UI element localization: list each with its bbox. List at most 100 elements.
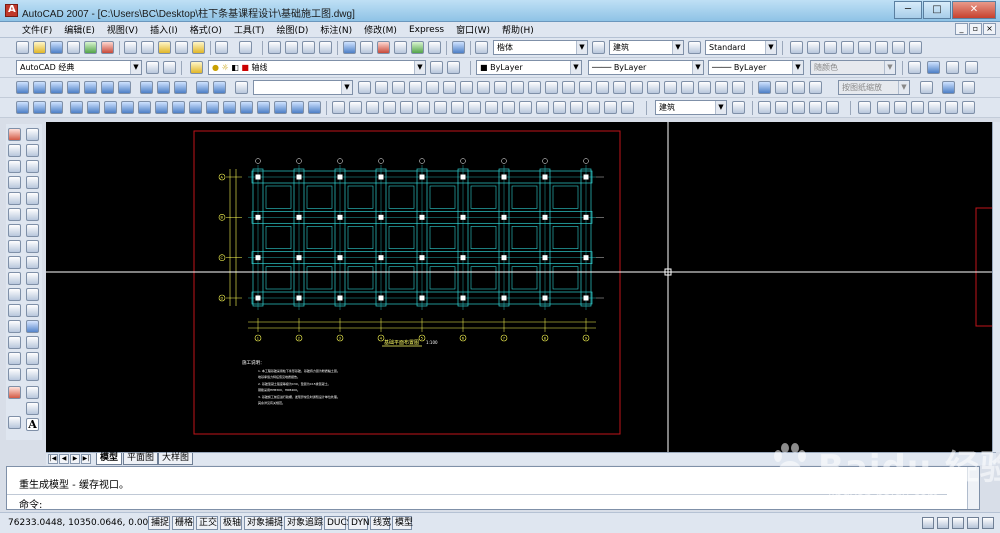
- zoom-window-icon[interactable]: [302, 41, 315, 54]
- materials-icon[interactable]: [274, 101, 287, 114]
- box-mapping-icon[interactable]: [308, 101, 321, 114]
- view-top-icon[interactable]: [758, 101, 771, 114]
- dyn-toggle[interactable]: DYN: [348, 516, 370, 530]
- dim-style-dialog-icon[interactable]: [732, 101, 745, 114]
- dim-text-edit-icon[interactable]: [587, 101, 600, 114]
- draworder-icon[interactable]: [8, 416, 21, 429]
- convert-to-solid-icon[interactable]: [698, 81, 711, 94]
- list-icon[interactable]: [962, 81, 975, 94]
- light-icon[interactable]: [121, 101, 134, 114]
- dim-style-combo-2[interactable]: 建筑 ▼: [655, 100, 727, 115]
- viewport-object-icon[interactable]: [792, 81, 805, 94]
- 3d-mirror-icon[interactable]: [647, 81, 660, 94]
- polar-toggle[interactable]: 极轴: [220, 516, 242, 530]
- osnap-toggle[interactable]: 对象捕捉: [244, 516, 283, 530]
- model-toggle[interactable]: 模型: [392, 516, 413, 530]
- circle-icon[interactable]: [26, 224, 39, 237]
- import-layout-icon[interactable]: [965, 61, 978, 74]
- view-front-icon[interactable]: [792, 101, 805, 114]
- region-icon[interactable]: [26, 386, 39, 399]
- quickcalc-icon[interactable]: [428, 41, 441, 54]
- quick-leader-icon[interactable]: [519, 101, 532, 114]
- zoom-previous-icon[interactable]: [319, 41, 332, 54]
- workspace-save-icon[interactable]: [163, 61, 176, 74]
- aligned-dim-icon[interactable]: [349, 101, 362, 114]
- pencil-icon[interactable]: [8, 128, 21, 141]
- menu-express[interactable]: Express: [403, 25, 450, 35]
- loft-icon[interactable]: [443, 81, 456, 94]
- design-center-icon[interactable]: [360, 41, 373, 54]
- undo-icon[interactable]: [215, 41, 228, 54]
- lock-icon[interactable]: [937, 517, 949, 529]
- conceptual-icon[interactable]: [426, 81, 439, 94]
- line-icon[interactable]: [26, 128, 39, 141]
- menu-edit[interactable]: 编辑(E): [58, 23, 101, 36]
- match-properties-icon[interactable]: [175, 41, 188, 54]
- grid-toggle[interactable]: 栅格: [172, 516, 194, 530]
- join-icon[interactable]: [8, 336, 21, 349]
- redo-icon[interactable]: [239, 41, 252, 54]
- linetype-combo[interactable]: ──── ByLayer ▼: [588, 60, 704, 75]
- viewport-clip-icon[interactable]: [809, 81, 822, 94]
- color-picker-icon[interactable]: [920, 81, 933, 94]
- dim-update-icon[interactable]: [604, 101, 617, 114]
- snap-toggle[interactable]: 捕捉: [148, 516, 170, 530]
- table-style-icon[interactable]: [688, 41, 701, 54]
- named-views-icon[interactable]: [858, 101, 871, 114]
- section-plane-icon[interactable]: [494, 81, 507, 94]
- helix-icon[interactable]: [157, 81, 170, 94]
- workspace-settings-icon[interactable]: [146, 61, 159, 74]
- 3d-wireframe-icon[interactable]: [375, 81, 388, 94]
- realistic-icon[interactable]: [409, 81, 422, 94]
- center-mark-icon[interactable]: [553, 101, 566, 114]
- text-fit-icon[interactable]: [909, 41, 922, 54]
- minimize-button[interactable]: ─: [894, 1, 922, 19]
- menu-insert[interactable]: 插入(I): [144, 23, 184, 36]
- ordinate-dim-icon[interactable]: [383, 101, 396, 114]
- radius-dim-icon[interactable]: [400, 101, 413, 114]
- revision-cloud-icon[interactable]: [26, 240, 39, 253]
- plot-preview-icon[interactable]: [84, 41, 97, 54]
- close-button[interactable]: ✕: [952, 1, 996, 19]
- walk-icon[interactable]: [70, 101, 83, 114]
- extract-edges-icon[interactable]: [715, 81, 728, 94]
- quick-dim-icon[interactable]: [468, 101, 481, 114]
- tool-palettes-icon[interactable]: [377, 41, 390, 54]
- diameter-dim-icon[interactable]: [434, 101, 447, 114]
- orbit-icon[interactable]: [16, 101, 29, 114]
- new-icon[interactable]: [16, 41, 29, 54]
- fillet-icon[interactable]: [8, 368, 21, 381]
- gradient-icon[interactable]: [26, 368, 39, 381]
- 3d-rotate-icon[interactable]: [596, 81, 609, 94]
- arc-length-icon[interactable]: [366, 101, 379, 114]
- justify-text-icon[interactable]: [875, 41, 888, 54]
- sphere-icon[interactable]: [84, 81, 97, 94]
- multiline-text-icon[interactable]: A: [26, 418, 39, 431]
- publish-icon[interactable]: [101, 41, 114, 54]
- view-render-icon[interactable]: [826, 101, 839, 114]
- union-icon[interactable]: [528, 81, 541, 94]
- tab-model[interactable]: 模型: [96, 453, 123, 465]
- insert-block-icon[interactable]: [26, 304, 39, 317]
- continue-dim-icon[interactable]: [502, 101, 515, 114]
- copy-icon[interactable]: [141, 41, 154, 54]
- dim-edit-icon[interactable]: [570, 101, 583, 114]
- view-iso-icon[interactable]: [775, 101, 788, 114]
- render-window-icon[interactable]: [223, 101, 236, 114]
- print-icon[interactable]: [67, 41, 80, 54]
- render-settings-icon[interactable]: [206, 101, 219, 114]
- mapping-icon[interactable]: [172, 101, 185, 114]
- arc-icon[interactable]: [26, 208, 39, 221]
- command-prompt[interactable]: 命令:: [19, 496, 42, 511]
- pyramid-icon[interactable]: [140, 81, 153, 94]
- 3d-array-icon[interactable]: [630, 81, 643, 94]
- font-combo[interactable]: 楷体 ▼: [493, 40, 588, 55]
- extend-icon[interactable]: [8, 304, 21, 317]
- array-icon[interactable]: [8, 208, 21, 221]
- fly-icon[interactable]: [87, 101, 100, 114]
- stretch-icon[interactable]: [8, 272, 21, 285]
- drawing-area[interactable]: 1 2 3 4 5 6 7 8 9 A B C D 基础平面布置图 1:100 施工说明： 1. 本工程…: [46, 122, 996, 452]
- back-view-icon[interactable]: [962, 101, 975, 114]
- find-icon[interactable]: [824, 41, 837, 54]
- spell-check-icon[interactable]: [841, 41, 854, 54]
